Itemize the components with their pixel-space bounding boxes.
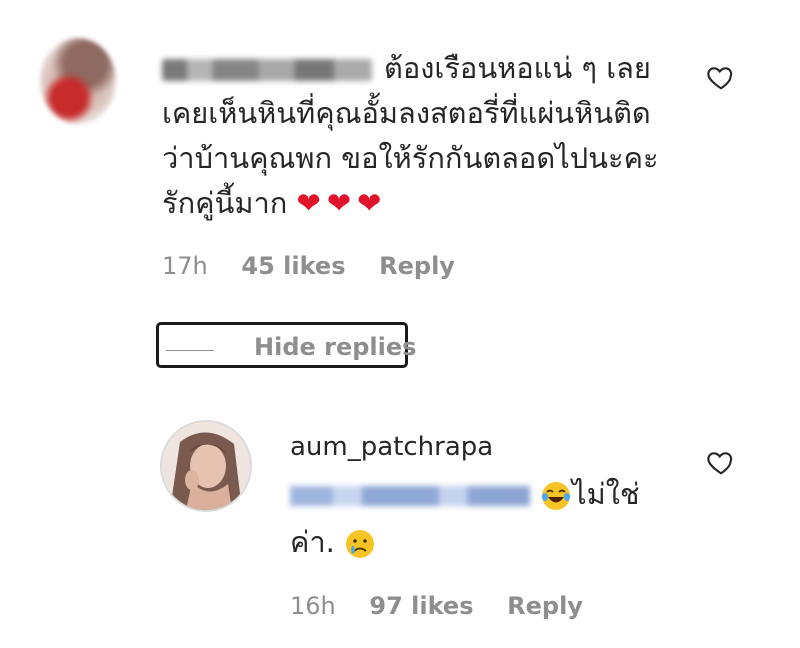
crying-face-emoji (346, 530, 375, 558)
hide-replies-line (166, 350, 214, 351)
reply-timestamp: 16h (290, 592, 336, 620)
reply-text-part2: ค่า. (290, 525, 335, 559)
commenter-avatar[interactable] (40, 38, 116, 124)
face-with-tears-of-joy-emoji (542, 482, 570, 510)
reply-username[interactable]: aum_patchrapa (290, 432, 493, 462)
reply-text-part1: ไม่ใช่ (572, 477, 640, 511)
reply-avatar[interactable] (160, 420, 252, 512)
blurred-username[interactable] (162, 59, 372, 81)
avatar-photo (162, 422, 250, 510)
heart-outline-icon[interactable] (706, 62, 736, 92)
reply-body: ไม่ใช่ ค่า. (290, 470, 690, 566)
blurred-mention[interactable] (290, 486, 530, 506)
reply-meta: 16h 97 likes Reply (290, 592, 609, 620)
comment-timestamp: 17h (162, 252, 208, 280)
reply-reply-button[interactable]: Reply (507, 592, 583, 620)
comment-meta: 17h 45 likes Reply (162, 252, 481, 280)
hearts-emoji: ❤❤❤ (296, 186, 388, 220)
reply-likes[interactable]: 97 likes (369, 592, 473, 620)
comment-likes[interactable]: 45 likes (241, 252, 345, 280)
reply-button[interactable]: Reply (379, 252, 455, 280)
heart-outline-icon[interactable] (706, 447, 736, 477)
hide-replies-label[interactable]: Hide replies (254, 333, 416, 361)
comment-body: ต้องเรือนหอแน่ ๆ เลย เคยเห็นหินที่คุณอั้… (162, 46, 682, 226)
